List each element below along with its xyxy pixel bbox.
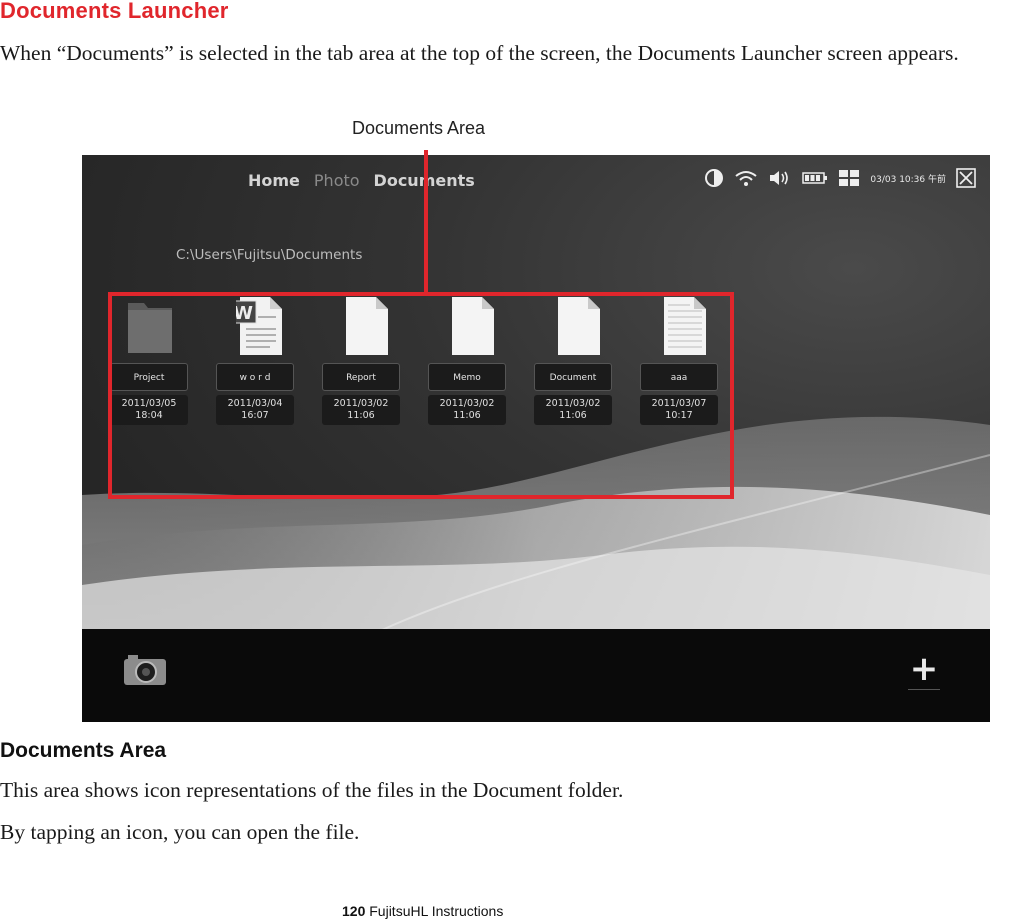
intro-paragraph: When “Documents” is selected in the tab … <box>0 41 959 65</box>
callout-label: Documents Area <box>352 118 486 138</box>
volume-icon[interactable] <box>768 169 792 187</box>
bottom-bar: + <box>82 629 990 722</box>
area-tap-instruction: By tapping an icon, you can open the fil… <box>0 820 360 844</box>
contrast-icon[interactable] <box>704 168 724 188</box>
tab-area: Home Photo Documents <box>248 171 489 190</box>
add-button-underline <box>908 689 940 690</box>
battery-icon <box>802 172 828 184</box>
page-footer: 120 FujitsuHL Instructions <box>342 903 503 919</box>
wifi-icon[interactable] <box>734 169 758 187</box>
folder-path: C:\Users\Fujitsu\Documents <box>176 247 363 263</box>
grid-icon[interactable] <box>838 169 860 187</box>
documents-area-highlight <box>108 292 734 499</box>
status-time: 03/03 10:36 午前 <box>870 174 946 185</box>
page-number: 120 <box>342 903 366 919</box>
section-title: Documents Launcher <box>0 0 229 23</box>
footer-text: FujitsuHL Instructions <box>369 903 504 919</box>
add-button[interactable]: + <box>908 652 940 693</box>
tab-photo[interactable]: Photo <box>314 171 360 190</box>
camera-icon[interactable] <box>122 653 168 687</box>
callout-line <box>424 150 428 293</box>
status-bar: 03/03 10:36 午前 <box>704 168 976 188</box>
area-description: This area shows icon representations of … <box>0 778 624 802</box>
tab-home[interactable]: Home <box>248 171 300 190</box>
close-icon[interactable] <box>956 168 976 188</box>
area-heading: Documents Area <box>0 739 167 762</box>
